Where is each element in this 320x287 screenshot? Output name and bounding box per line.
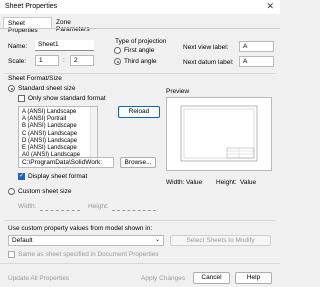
list-item[interactable]: D (ANSI) Landscape: [19, 138, 97, 145]
footer-divider: [0, 263, 280, 264]
custom-props-label: Use custom property values from model sh…: [8, 225, 153, 232]
preview-title: Preview: [166, 88, 190, 95]
custom-size-radio[interactable]: [8, 188, 15, 195]
sheet-preview-image: [180, 105, 258, 162]
custom-height-label: Height:: [88, 203, 109, 210]
window-title: Sheet Properties: [5, 3, 58, 10]
next-datum-input[interactable]: A: [239, 56, 274, 67]
custom-width-input[interactable]: [40, 210, 80, 211]
custom-props-divider: [4, 220, 276, 221]
same-as-label: Same as sheet specified in Document Prop…: [18, 251, 159, 258]
preview-width-label: Width:: [166, 179, 185, 186]
next-datum-label: Next datum label:: [183, 59, 234, 66]
list-item[interactable]: A (ANSI) Landscape: [19, 109, 97, 116]
preview-height-value: Value: [240, 179, 257, 186]
scale-separator: :: [63, 57, 65, 64]
model-dropdown-value: Default: [12, 237, 33, 244]
apply-changes-button[interactable]: Apply Changes: [141, 275, 185, 282]
standard-size-label: Standard sheet size: [18, 85, 76, 92]
browse-button[interactable]: Browse...: [120, 157, 156, 168]
standard-size-radio[interactable]: [8, 85, 15, 92]
third-angle-label: Third angle: [124, 58, 157, 65]
list-item[interactable]: C (ANSI) Landscape: [19, 131, 97, 138]
close-icon[interactable]: ✕: [266, 2, 274, 11]
list-scrollbar[interactable]: [90, 107, 97, 159]
preview-width-value: Value: [186, 179, 203, 186]
format-group-title: Sheet Format/Size: [8, 75, 62, 82]
scale-denominator-input[interactable]: 2: [70, 55, 94, 66]
list-item[interactable]: A (ANSI) Portrait: [19, 116, 97, 123]
chevron-down-icon: ⌄: [154, 237, 160, 243]
custom-size-label: Custom sheet size: [18, 188, 72, 195]
first-angle-radio[interactable]: [114, 47, 121, 54]
custom-width-label: Width:: [18, 203, 37, 210]
next-view-label: Next view label:: [183, 44, 229, 51]
name-label: Name:: [8, 43, 28, 50]
select-sheets-button[interactable]: Select Sheets to Modify: [170, 235, 271, 246]
list-item[interactable]: B (ANSI) Landscape: [19, 123, 97, 130]
only-standard-label: Only show standard format: [28, 95, 106, 102]
scale-numerator-input[interactable]: 1: [35, 55, 59, 66]
tab-sheet-properties[interactable]: Sheet Properties: [3, 17, 52, 34]
scale-label: Scale:: [8, 58, 27, 65]
model-dropdown[interactable]: Default ⌄: [8, 235, 164, 246]
name-input[interactable]: Sheet1: [35, 40, 94, 51]
list-item[interactable]: E (ANSI) Landscape: [19, 145, 97, 152]
update-all-button[interactable]: Update All Properties: [8, 275, 69, 282]
first-angle-label: First angle: [124, 47, 155, 54]
only-standard-checkbox[interactable]: [18, 95, 25, 102]
display-format-checkbox[interactable]: [18, 172, 25, 180]
projection-title: Type of projection: [115, 38, 167, 45]
format-divider: [4, 73, 276, 74]
help-button[interactable]: Help: [235, 272, 272, 284]
display-format-label: Display sheet format: [28, 173, 88, 180]
format-path-input[interactable]: C:\ProgramData\SolidWork:: [18, 157, 114, 168]
cancel-button[interactable]: Cancel: [193, 272, 230, 284]
preview-pane: [166, 97, 272, 171]
next-view-input[interactable]: A: [239, 41, 274, 52]
sheet-size-list[interactable]: A (ANSI) Landscape A (ANSI) Portrait B (…: [18, 106, 98, 160]
preview-height-label: Height:: [216, 179, 237, 186]
same-as-checkbox[interactable]: [8, 251, 15, 258]
custom-height-input[interactable]: [112, 210, 156, 211]
tab-zone-parameters[interactable]: Zone Parameters: [52, 17, 106, 33]
third-angle-radio[interactable]: [114, 58, 121, 65]
reload-button[interactable]: Reload: [118, 106, 160, 118]
tab-divider: [0, 28, 280, 29]
